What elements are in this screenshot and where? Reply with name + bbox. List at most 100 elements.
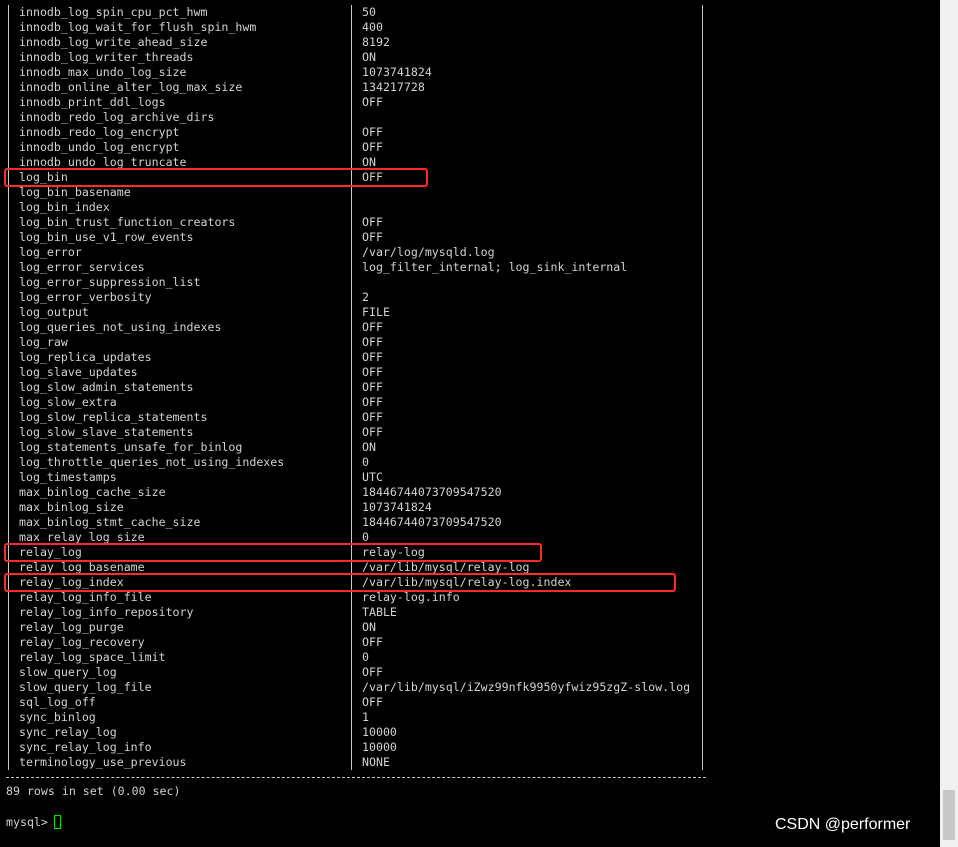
- variable-value-cell: OFF: [362, 350, 383, 364]
- column-separator: [702, 335, 703, 350]
- column-separator: [702, 320, 703, 335]
- variable-value-cell: 18446744073709547520: [362, 485, 502, 499]
- column-separator: [702, 200, 703, 215]
- variable-name-cell: log_statements_unsafe_for_binlog: [19, 440, 243, 454]
- column-separator: [702, 425, 703, 440]
- column-separator: [702, 605, 703, 620]
- variable-value-cell: /var/lib/mysql/iZwz99nfk9950yfwiz95zgZ-s…: [362, 680, 691, 694]
- column-separator: [8, 470, 9, 485]
- terminal-window[interactable]: innodb_log_spin_cpu_pct_hwm 50 innodb_log_…: [0, 0, 940, 847]
- column-separator: [8, 605, 9, 620]
- variable-name-cell: log_error_verbosity: [19, 290, 152, 304]
- column-separator: [702, 65, 703, 80]
- variable-name-cell: innodb_print_ddl_logs: [19, 95, 166, 109]
- column-separator: [8, 200, 9, 215]
- variable-name-cell: terminology_use_previous: [19, 755, 187, 769]
- column-separator: [8, 740, 9, 755]
- column-separator: [351, 380, 352, 395]
- column-separator: [351, 95, 352, 110]
- variable-value-cell: TABLE: [362, 605, 397, 619]
- variable-value-cell: 1073741824: [362, 65, 432, 79]
- column-separator: [702, 440, 703, 455]
- mysql-prompt[interactable]: mysql>: [6, 815, 55, 830]
- column-separator: [8, 455, 9, 470]
- column-separator: [8, 590, 9, 605]
- variable-value-cell: OFF: [362, 665, 383, 679]
- column-separator: [8, 245, 9, 260]
- column-separator: [8, 665, 9, 680]
- column-separator: [8, 500, 9, 515]
- variable-name-cell: relay_log_info_file: [19, 590, 152, 604]
- column-separator: [351, 470, 352, 485]
- variable-name-cell: innodb_log_write_ahead_size: [19, 35, 208, 49]
- variable-name-cell: innodb_log_writer_threads: [19, 50, 194, 64]
- column-separator: [702, 50, 703, 65]
- column-separator: [8, 410, 9, 425]
- variable-value-cell: 0: [362, 650, 369, 664]
- variable-name-cell: log_error_services: [19, 260, 145, 274]
- variable-name-cell: innodb_redo_log_encrypt: [19, 125, 180, 139]
- variable-name-cell: sync_relay_log: [19, 725, 117, 739]
- column-separator: [702, 755, 703, 770]
- watermark-text: CSDN @performer: [775, 816, 911, 833]
- variable-name-cell: max_binlog_cache_size: [19, 485, 166, 499]
- variable-name-cell: innodb_log_spin_cpu_pct_hwm: [19, 5, 208, 19]
- column-separator: [8, 65, 9, 80]
- column-separator: [702, 560, 703, 575]
- column-separator: [351, 110, 352, 125]
- vertical-scrollbar[interactable]: [940, 0, 958, 847]
- column-separator: [8, 515, 9, 530]
- column-separator: [351, 620, 352, 635]
- column-separator: [351, 440, 352, 455]
- variable-value-cell: ON: [362, 50, 376, 64]
- column-separator: [8, 215, 9, 230]
- scrollbar-thumb[interactable]: [943, 790, 955, 840]
- column-separator: [351, 635, 352, 650]
- column-separator: [8, 335, 9, 350]
- variable-value-cell: OFF: [362, 125, 383, 139]
- column-separator: [8, 305, 9, 320]
- column-separator: [702, 35, 703, 50]
- column-separator: [351, 665, 352, 680]
- column-separator: [351, 485, 352, 500]
- column-separator: [702, 80, 703, 95]
- column-separator: [702, 395, 703, 410]
- column-separator: [8, 50, 9, 65]
- column-separator: [351, 515, 352, 530]
- variable-name-cell: relay_log_purge: [19, 620, 124, 634]
- variable-value-cell: 18446744073709547520: [362, 515, 502, 529]
- column-separator: [702, 530, 703, 545]
- variable-name-cell: relay_log_space_limit: [19, 650, 166, 664]
- variable-value-cell: UTC: [362, 470, 383, 484]
- column-separator: [8, 635, 9, 650]
- column-separator: [351, 290, 352, 305]
- column-separator: [702, 665, 703, 680]
- column-separator: [351, 590, 352, 605]
- column-separator: [702, 230, 703, 245]
- highlight-box-relay-log-index: [4, 573, 676, 592]
- column-separator: [702, 245, 703, 260]
- variable-value-cell: /var/log/mysqld.log: [362, 245, 495, 259]
- column-separator: [351, 425, 352, 440]
- column-separator: [702, 695, 703, 710]
- variable-name-cell: max_binlog_stmt_cache_size: [19, 515, 201, 529]
- variable-name-cell: max_binlog_size: [19, 500, 124, 514]
- column-separator: [702, 485, 703, 500]
- column-separator: [702, 410, 703, 425]
- column-separator: [351, 605, 352, 620]
- terminal-cursor: [54, 815, 61, 829]
- variable-value-cell: 2: [362, 290, 369, 304]
- column-separator: [702, 275, 703, 290]
- column-separator: [702, 290, 703, 305]
- result-summary: 89 rows in set (0.00 sec): [6, 784, 181, 798]
- column-separator: [702, 170, 703, 185]
- variable-value-cell: OFF: [362, 95, 383, 109]
- column-separator: [8, 440, 9, 455]
- variable-name-cell: log_slow_slave_statements: [19, 425, 194, 439]
- column-separator: [702, 125, 703, 140]
- variable-value-cell: OFF: [362, 395, 383, 409]
- column-separator: [351, 350, 352, 365]
- column-separator: [8, 425, 9, 440]
- variable-value-cell: ON: [362, 440, 376, 454]
- column-separator: [351, 65, 352, 80]
